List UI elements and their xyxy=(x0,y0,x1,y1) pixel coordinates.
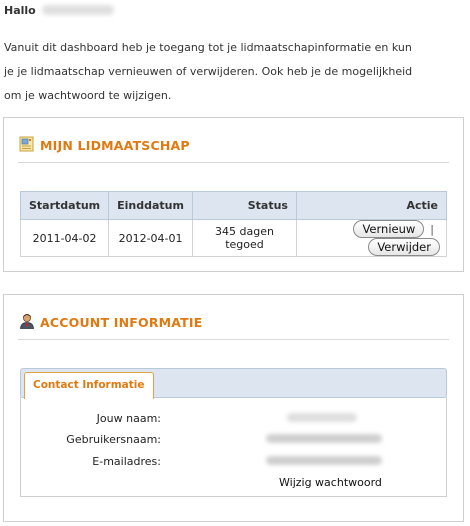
email-label: E-mailadres: xyxy=(92,455,161,468)
change-password-link[interactable]: Wijzig wachtwoord xyxy=(279,476,382,489)
email-value xyxy=(266,455,382,468)
account-title: ACCOUNT INFORMATIE xyxy=(40,315,203,330)
blurred-name-value xyxy=(287,413,357,422)
cell-actions: Vernieuw | Verwijder xyxy=(295,219,448,257)
table-row: 2011-04-02 2012-04-01 345 dagen tegoed V… xyxy=(19,219,448,257)
delete-button[interactable]: Verwijder xyxy=(368,238,440,256)
account-panel: ACCOUNT INFORMATIE Contact Informatie Jo… xyxy=(3,294,464,522)
intro-line-3: om je wachtwoord te wijzigen. xyxy=(4,89,172,102)
blurred-user-name xyxy=(41,5,114,15)
action-separator: | xyxy=(430,223,434,236)
cell-start-date: 2011-04-02 xyxy=(19,219,110,257)
tab-contact-informatie[interactable]: Contact Informatie xyxy=(24,372,154,399)
account-tabbar: Contact Informatie xyxy=(20,368,447,399)
membership-panel: MIJN LIDMAATSCHAP Startdatum Einddatum S… xyxy=(3,117,464,272)
intro-line-1: Vanuit dit dashboard heb je toegang tot … xyxy=(4,41,412,54)
greeting-hallo: Hallo xyxy=(4,4,36,17)
membership-table: Startdatum Einddatum Status Actie 2011-0… xyxy=(19,191,448,257)
email-row: E-mailadres: xyxy=(4,455,463,469)
renew-button[interactable]: Vernieuw xyxy=(353,220,425,238)
intro-text: Vanuit dit dashboard heb je toegang tot … xyxy=(4,36,459,108)
cell-end-date: 2012-04-01 xyxy=(108,219,193,257)
user-icon xyxy=(20,314,34,329)
membership-title: MIJN LIDMAATSCHAP xyxy=(40,138,190,153)
col-actie: Actie xyxy=(295,191,448,220)
greeting: Hallo xyxy=(4,4,114,17)
account-header: ACCOUNT INFORMATIE xyxy=(18,309,449,340)
name-value xyxy=(287,412,357,425)
col-status: Status xyxy=(191,191,297,220)
table-header-row: Startdatum Einddatum Status Actie xyxy=(19,191,448,220)
username-value xyxy=(266,433,382,446)
cell-status: 345 dagen tegoed xyxy=(191,219,297,257)
col-startdatum: Startdatum xyxy=(19,191,110,220)
name-row: Jouw naam: xyxy=(4,412,463,426)
col-einddatum: Einddatum xyxy=(108,191,193,220)
membership-card-icon xyxy=(19,136,34,152)
membership-header: MIJN LIDMAATSCHAP xyxy=(18,132,449,163)
username-label: Gebruikersnaam: xyxy=(66,433,161,446)
blurred-username-value xyxy=(266,434,382,443)
blurred-email-value xyxy=(266,456,382,465)
intro-line-2: je je lidmaatschap vernieuwen of verwijd… xyxy=(4,65,413,78)
username-row: Gebruikersnaam: xyxy=(4,433,463,447)
name-label: Jouw naam: xyxy=(96,412,161,425)
